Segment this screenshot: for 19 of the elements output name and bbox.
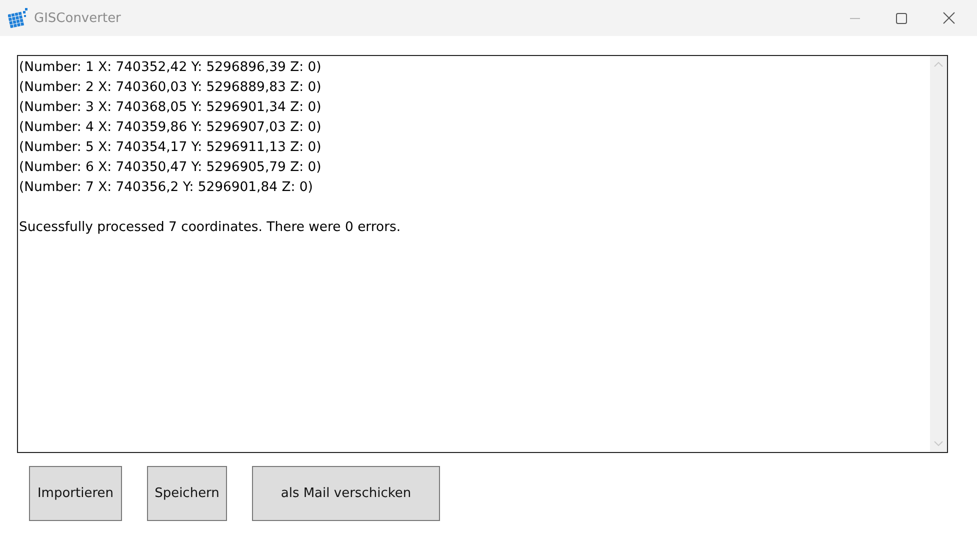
maximize-icon[interactable]	[896, 12, 907, 24]
scroll-down-icon[interactable]	[934, 441, 943, 446]
output-line: (Number: 4 X: 740359,86 Y: 5296907,03 Z: 0)	[19, 119, 322, 137]
action-button[interactable]: Importieren	[29, 466, 122, 521]
scroll-up-icon[interactable]	[934, 62, 943, 67]
output-line: (Number: 3 X: 740368,05 Y: 5296901,34 Z: 0)	[19, 99, 322, 117]
close-icon[interactable]	[943, 12, 955, 24]
app-logo-icon	[8, 8, 28, 28]
output-line: (Number: 5 X: 740354,17 Y: 5296911,13 Z: 0)	[19, 139, 322, 157]
output-line: (Number: 6 X: 740350,47 Y: 5296905,79 Z: 0)	[19, 159, 322, 177]
action-button[interactable]: Speichern	[147, 466, 227, 521]
output-line: (Number: 7 X: 740356,2 Y: 5296901,84 Z: 0)	[19, 179, 314, 197]
scrollbar[interactable]	[930, 56, 947, 452]
action-button[interactable]: als Mail verschicken	[252, 466, 440, 521]
output-line: (Number: 2 X: 740360,03 Y: 5296889,83 Z: 0)	[19, 79, 322, 97]
summary-line: Sucessfully processed 7 coordinates. There were 0 errors.	[19, 219, 402, 237]
output-line: (Number: 1 X: 740352,42 Y: 5296896,39 Z: 0)	[19, 59, 322, 77]
window-title: GISConverter	[34, 10, 121, 26]
output-text-area[interactable]	[17, 55, 948, 453]
